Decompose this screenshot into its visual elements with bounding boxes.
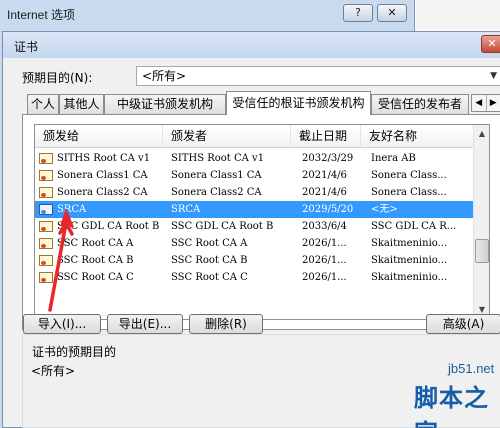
export-button[interactable]: 导出(E)... <box>107 314 183 334</box>
column-expiration-date[interactable]: 截止日期 <box>291 125 361 148</box>
tab-personal[interactable]: 个人 <box>27 94 59 114</box>
cell-issued-by: Sonera Class2 CA <box>171 187 262 198</box>
tab-trusted-root-ca[interactable]: 受信任的根证书颁发机构 <box>226 91 371 115</box>
certificate-icon <box>39 153 53 164</box>
certificate-purposes-value: <所有> <box>31 364 76 378</box>
table-row[interactable]: SITHS Root CA v1 SITHS Root CA v1 2032/3/2… <box>35 150 473 167</box>
column-issued-by[interactable]: 颁发者 <box>163 125 291 148</box>
cell-friendly-name: Inera AB <box>371 153 416 164</box>
table-row[interactable]: Sonera Class1 CA Sonera Class1 CA 2021/4/6… <box>35 167 473 184</box>
cell-expires: 2029/5/20 <box>302 204 354 215</box>
cell-issued-to: SSC Root CA C <box>57 272 134 283</box>
certificate-icon <box>39 255 53 266</box>
certificate-icon <box>39 170 53 181</box>
list-header: 颁发给 颁发者 截止日期 友好名称 <box>35 125 473 148</box>
dialog-title: 证书 <box>14 40 39 54</box>
tab-intermediate-ca[interactable]: 中级证书颁发机构 <box>104 94 226 114</box>
cell-expires: 2026/1... <box>302 255 347 266</box>
cell-expires: 2026/1... <box>302 272 347 283</box>
import-button[interactable]: 导入(I)... <box>23 314 101 334</box>
cell-issued-to: Sonera Class1 CA <box>57 170 148 181</box>
certificate-icon <box>39 221 53 232</box>
cell-friendly-name: Skaitmeninio... <box>371 272 448 283</box>
vertical-scrollbar[interactable]: ▲ ▼ <box>473 125 489 319</box>
certificate-list[interactable]: 颁发给 颁发者 截止日期 友好名称 SITHS Root CA v1 SITHS … <box>34 124 490 320</box>
certificate-icon <box>39 272 53 283</box>
cell-issued-by: SSC Root CA B <box>171 255 248 266</box>
desktop-background <box>416 0 500 30</box>
dialog-close-button[interactable]: ✕ <box>481 35 500 53</box>
cell-issued-to: SITHS Root CA v1 <box>57 153 151 164</box>
scrollbar-thumb[interactable] <box>475 239 489 263</box>
certificate-icon <box>39 187 53 198</box>
table-row[interactable]: SSC GDL CA Root B SSC GDL CA Root B 2033/6… <box>35 218 473 235</box>
cell-friendly-name: Sonera Class... <box>371 170 447 181</box>
tab-other-people[interactable]: 其他人 <box>59 94 104 114</box>
cell-issued-by: SSC GDL CA Root B <box>171 221 274 232</box>
chevron-down-icon: ▼ <box>490 71 497 81</box>
certificate-icon <box>39 238 53 249</box>
help-button[interactable]: ? <box>343 4 373 22</box>
watermark-text: 脚本之家 <box>414 384 489 428</box>
cell-friendly-name: SSC GDL CA R... <box>371 221 457 232</box>
cell-expires: 2021/4/6 <box>302 187 347 198</box>
cell-issued-to: SSC Root CA A <box>57 238 134 249</box>
table-row[interactable]: SRCA SRCA 2029/5/20 <无> <box>35 201 473 218</box>
tab-scroll-buttons: ◀ ▶ <box>471 94 500 112</box>
table-row[interactable]: SSC Root CA A SSC Root CA A 2026/1... Skait… <box>35 235 473 252</box>
window-close-button[interactable]: ✕ <box>377 4 407 22</box>
column-friendly-name[interactable]: 友好名称 <box>361 125 473 148</box>
intended-purpose-select[interactable]: <所有> ▼ <box>136 66 500 86</box>
advanced-button[interactable]: 高级(A) <box>426 314 500 334</box>
cell-friendly-name: Skaitmeninio... <box>371 255 448 266</box>
intended-purpose-value: <所有> <box>142 69 187 83</box>
table-row[interactable]: SSC Root CA C SSC Root CA C 2026/1... Skait… <box>35 269 473 286</box>
cell-issued-to: SRCA <box>57 204 87 215</box>
certificate-icon <box>39 204 53 215</box>
certificate-purposes-title: 证书的预期目的 <box>30 343 119 360</box>
table-row[interactable]: SSC Root CA B SSC Root CA B 2026/1... Skait… <box>35 252 473 269</box>
cell-issued-by: SSC Root CA A <box>171 238 248 249</box>
remove-button[interactable]: 删除(R) <box>189 314 263 334</box>
cell-expires: 2021/4/6 <box>302 170 347 181</box>
cell-issued-by: SRCA <box>171 204 201 215</box>
cell-issued-by: Sonera Class1 CA <box>171 170 262 181</box>
tab-scroll-left-icon[interactable]: ◀ <box>472 95 487 111</box>
column-issued-to[interactable]: 颁发给 <box>35 125 163 148</box>
tab-scroll-right-icon[interactable]: ▶ <box>487 95 500 111</box>
dialog-titlebar: 证书 ✕ <box>3 32 500 58</box>
cell-issued-to: Sonera Class2 CA <box>57 187 148 198</box>
tab-trusted-publishers[interactable]: 受信任的发布者 <box>371 94 469 114</box>
intended-purpose-label: 预期目的(N): <box>22 71 93 85</box>
cell-expires: 2032/3/29 <box>302 153 354 164</box>
cell-friendly-name: <无> <box>371 204 398 215</box>
scroll-up-icon[interactable]: ▲ <box>474 125 489 142</box>
site-watermark: jb51.net 脚本之家 <box>368 360 500 428</box>
internet-options-title: Internet 选项 <box>7 8 76 22</box>
cell-friendly-name: Skaitmeninio... <box>371 238 448 249</box>
table-row[interactable]: Sonera Class2 CA Sonera Class2 CA 2021/4/6… <box>35 184 473 201</box>
cell-issued-to: SSC GDL CA Root B <box>57 221 160 232</box>
cell-expires: 2026/1... <box>302 238 347 249</box>
cell-issued-by: SSC Root CA C <box>171 272 248 283</box>
cell-issued-by: SITHS Root CA v1 <box>171 153 265 164</box>
cell-expires: 2033/6/4 <box>302 221 347 232</box>
cell-issued-to: SSC Root CA B <box>57 255 134 266</box>
watermark-domain: jb51.net <box>448 361 495 376</box>
cell-friendly-name: Sonera Class... <box>371 187 447 198</box>
